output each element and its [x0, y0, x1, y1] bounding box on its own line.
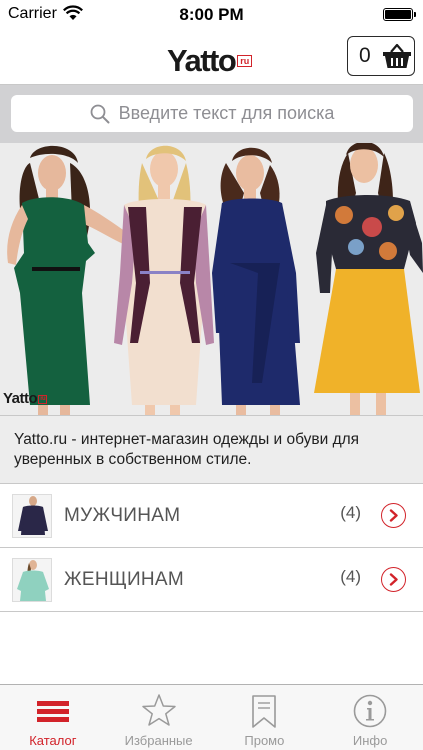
- info-icon: [353, 694, 387, 728]
- star-icon: [141, 694, 176, 726]
- banner-logo-text: Yatto: [3, 390, 38, 407]
- category-thumbnail-women: [12, 558, 52, 602]
- search-input[interactable]: Введите текст для поиска: [11, 95, 413, 132]
- banner-logo: Yatto ru: [3, 390, 48, 407]
- clock: 8:00 PM: [179, 5, 244, 24]
- logo-text: Yatto: [167, 43, 237, 78]
- category-thumbnail-men: [12, 494, 52, 538]
- tab-label-promo: Промо: [244, 733, 285, 748]
- category-count-women: (4): [340, 567, 361, 586]
- chevron-right-button-women[interactable]: [381, 567, 406, 592]
- chevron-right-button-men[interactable]: [381, 503, 406, 528]
- category-row-women[interactable]: ЖЕНЩИНАМ (4): [0, 548, 423, 612]
- cart-button[interactable]: 0: [347, 36, 415, 76]
- tab-label-favorites: Избранные: [124, 733, 193, 748]
- tab-label-catalog: Каталог: [29, 733, 77, 748]
- basket-icon: [383, 43, 411, 68]
- category-row-men[interactable]: МУЖЧИНАМ (4): [0, 484, 423, 548]
- cart-count: 0: [359, 44, 371, 67]
- category-label-women: ЖЕНЩИНАМ: [64, 569, 185, 590]
- chevron-right-icon: [389, 509, 398, 522]
- tab-bar: Каталог Избранные Промо Инфо: [0, 684, 423, 750]
- menu-icon: [36, 701, 69, 722]
- tab-label-info: Инфо: [352, 733, 388, 748]
- search-placeholder: Введите текст для поиска: [118, 103, 335, 123]
- search-bar: Введите текст для поиска: [0, 85, 423, 143]
- battery-icon: [383, 8, 416, 21]
- chevron-right-icon: [389, 573, 398, 586]
- promo-banner[interactable]: Yatto ru: [0, 143, 423, 415]
- search-icon: [90, 104, 110, 123]
- status-bar: Carrier 8:00 PM: [0, 0, 423, 30]
- category-list: МУЖЧИНАМ (4) ЖЕНЩИНАМ (4): [0, 484, 423, 612]
- category-label-men: МУЖЧИНАМ: [64, 505, 181, 526]
- bookmark-icon: [252, 695, 277, 728]
- store-description: Yatto.ru - интернет-магазин одежды и обу…: [0, 415, 423, 484]
- nav-bar: Yatto ru 0: [0, 30, 423, 85]
- logo-suffix: ru: [237, 55, 253, 67]
- tab-info[interactable]: Инфо: [317, 685, 423, 750]
- banner-image: [0, 143, 423, 415]
- tab-promo[interactable]: Промо: [212, 685, 318, 750]
- category-count-men: (4): [340, 503, 361, 522]
- tab-favorites[interactable]: Избранные: [106, 685, 212, 750]
- banner-logo-suffix: ru: [38, 395, 48, 404]
- brand-logo[interactable]: Yatto ru: [167, 36, 253, 78]
- tab-catalog[interactable]: Каталог: [0, 685, 106, 750]
